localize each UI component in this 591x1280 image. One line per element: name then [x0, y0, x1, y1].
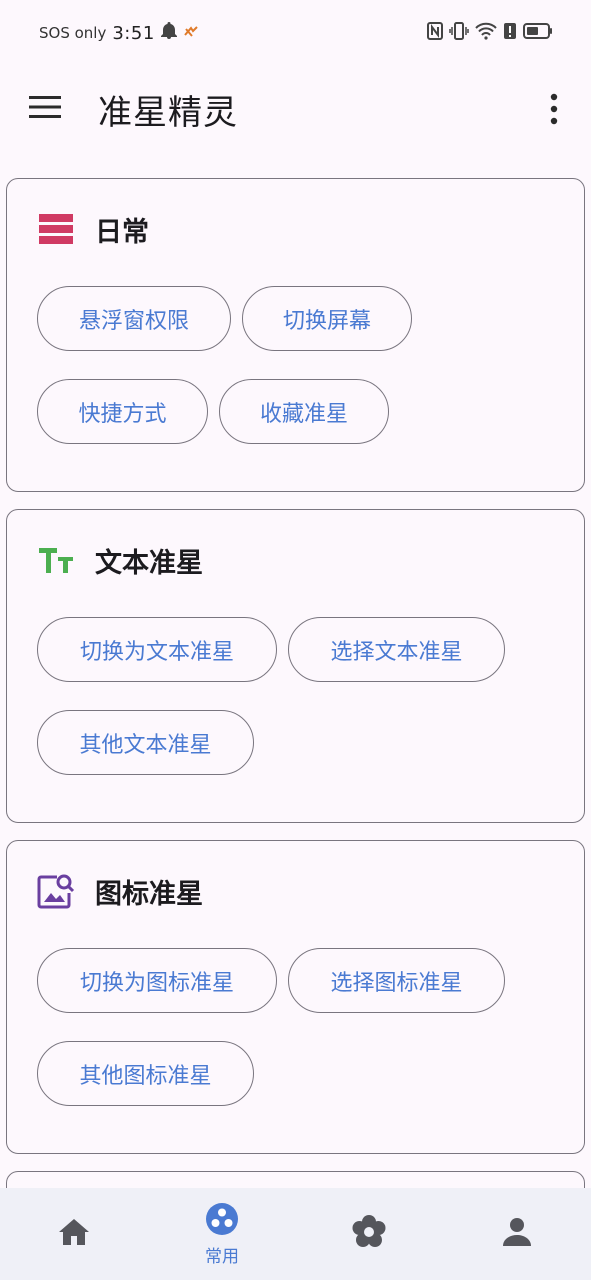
overlay-permission-button[interactable]: 悬浮窗权限 — [37, 286, 231, 351]
more-options-button[interactable] — [540, 92, 568, 126]
section-title: 图标准星 — [95, 878, 203, 910]
nfc-icon — [427, 22, 443, 44]
nav-item-home[interactable] — [0, 1188, 148, 1280]
bell-icon — [160, 22, 177, 44]
bottom-navigation: 常用 — [0, 1188, 591, 1280]
nav-item-settings[interactable] — [295, 1188, 443, 1280]
vibrate-icon — [449, 22, 469, 44]
wifi-icon — [475, 22, 497, 44]
section-card-text-crosshair: 文本准星 切换为文本准星 选择文本准星 其他文本准星 — [6, 509, 585, 823]
battery-icon — [523, 22, 553, 44]
app-bar: 准星精灵 — [0, 66, 591, 154]
nav-item-common[interactable]: 常用 — [148, 1188, 296, 1280]
switch-to-icon-crosshair-button[interactable]: 切换为图标准星 — [37, 948, 277, 1013]
running-app-icon — [183, 24, 199, 43]
clock: 3:51 — [112, 22, 155, 44]
favorite-crosshair-button[interactable]: 收藏准星 — [219, 379, 389, 444]
select-icon-crosshair-button[interactable]: 选择图标准星 — [288, 948, 505, 1013]
person-icon — [502, 1217, 532, 1251]
flower-icon — [351, 1214, 387, 1254]
other-icon-crosshair-button[interactable]: 其他图标准星 — [37, 1041, 254, 1106]
list-icon — [37, 210, 75, 248]
menu-button[interactable] — [28, 94, 64, 124]
alert-icon — [503, 22, 517, 44]
home-icon — [58, 1217, 90, 1251]
section-title: 文本准星 — [95, 547, 203, 579]
scatter-icon — [205, 1202, 239, 1240]
hamburger-menu-icon — [28, 96, 62, 124]
section-card-daily: 日常 悬浮窗权限 切换屏幕 快捷方式 收藏准星 — [6, 178, 585, 492]
status-right — [427, 22, 553, 44]
app-title: 准星精灵 — [98, 93, 238, 133]
nav-label-common: 常用 — [205, 1246, 239, 1267]
section-header: 图标准星 — [37, 871, 203, 911]
section-title: 日常 — [95, 216, 149, 248]
other-text-crosshair-button[interactable]: 其他文本准星 — [37, 710, 254, 775]
section-header: 文本准星 — [37, 540, 203, 580]
carrier-text: SOS only — [39, 24, 107, 42]
text-format-icon — [37, 541, 75, 579]
status-bar: SOS only 3:51 — [0, 0, 591, 66]
section-header: 日常 — [37, 209, 149, 249]
image-search-icon — [37, 872, 75, 910]
switch-to-text-crosshair-button[interactable]: 切换为文本准星 — [37, 617, 277, 682]
more-vert-icon — [540, 93, 568, 130]
shortcut-button[interactable]: 快捷方式 — [37, 379, 208, 444]
section-card-icon-crosshair: 图标准星 切换为图标准星 选择图标准星 其他图标准星 — [6, 840, 585, 1154]
switch-screen-button[interactable]: 切换屏幕 — [242, 286, 412, 351]
select-text-crosshair-button[interactable]: 选择文本准星 — [288, 617, 505, 682]
nav-item-profile[interactable] — [443, 1188, 591, 1280]
status-left: SOS only 3:51 — [39, 22, 199, 44]
